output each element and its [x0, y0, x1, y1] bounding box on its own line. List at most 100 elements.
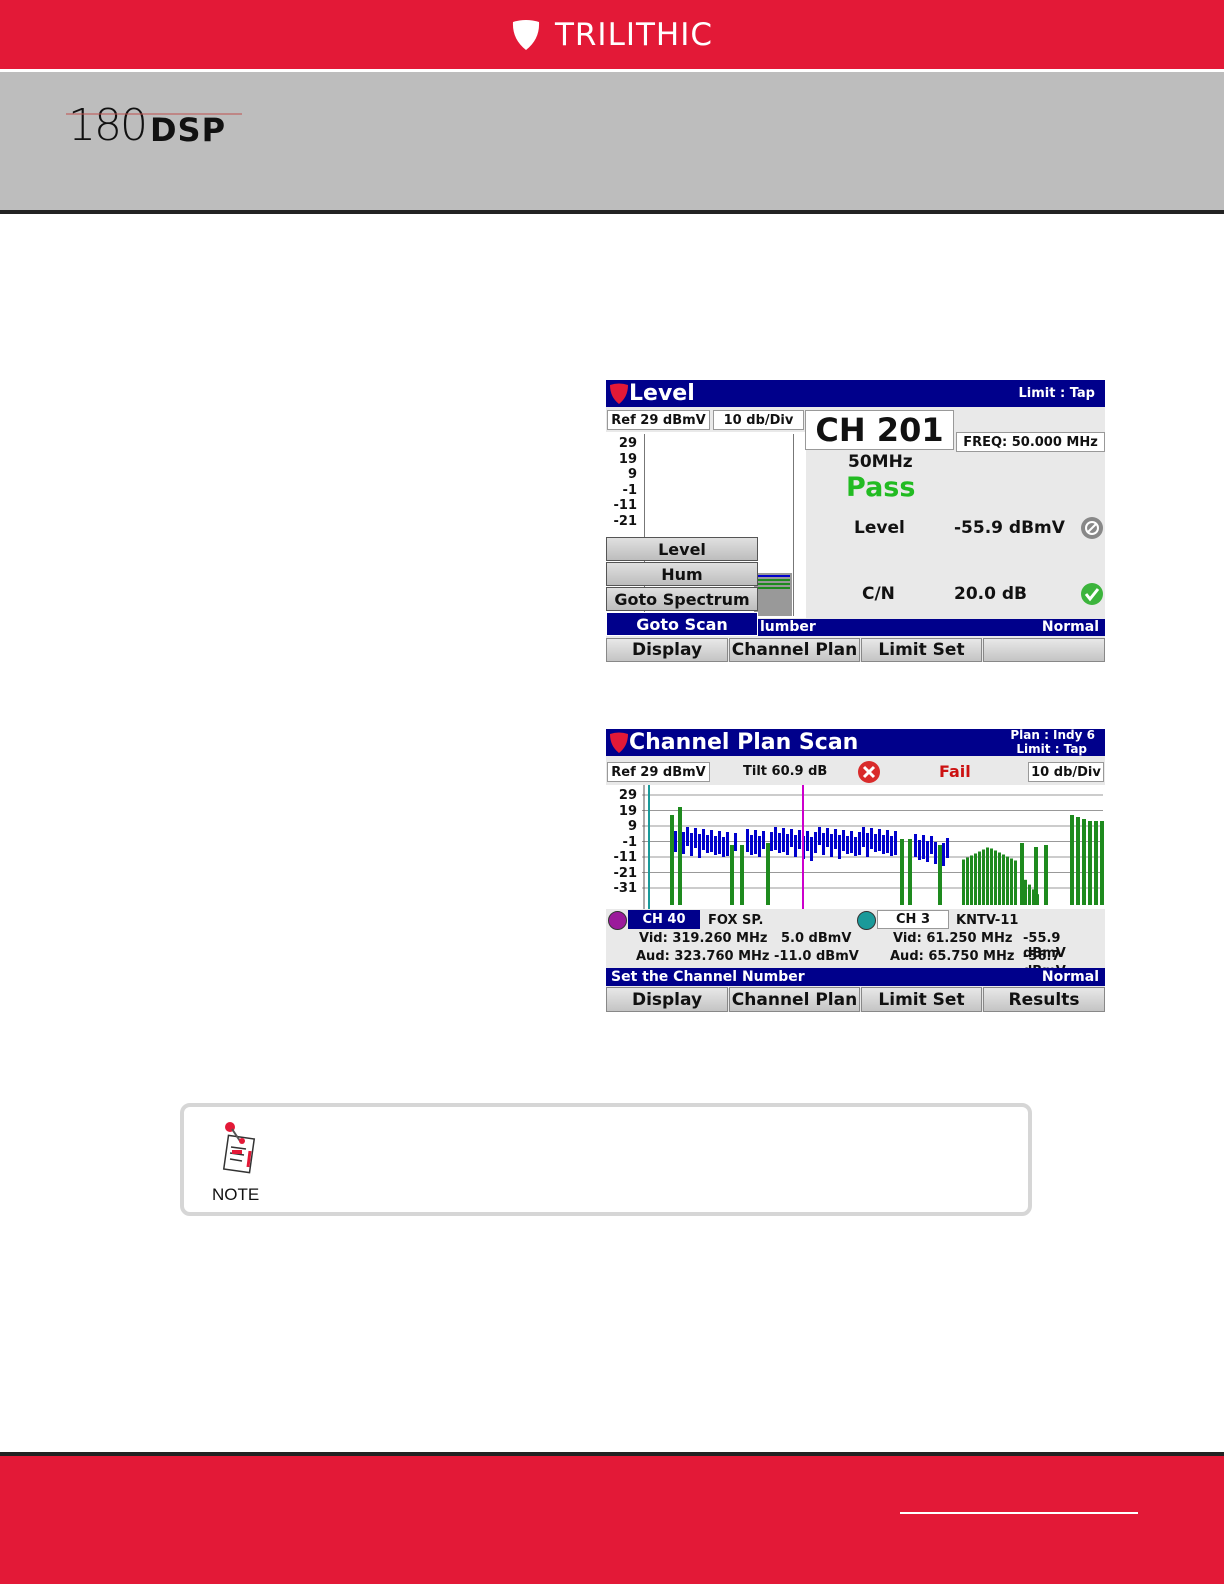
measure-value-level: -55.9 dBmV: [954, 518, 1065, 538]
analog-bar: [1094, 821, 1098, 905]
freq-field[interactable]: FREQ: 50.000 MHz: [956, 432, 1105, 452]
analog-bar: [990, 848, 993, 905]
video-bar: [734, 833, 737, 851]
video-bar: [674, 831, 677, 852]
level-screen: Level Limit : Tap Ref 29 dBmV 10 db/Div …: [606, 380, 1105, 662]
analog-bar: [900, 839, 904, 905]
analog-bar: [1002, 854, 1005, 905]
video-bar: [806, 831, 809, 851]
video-bar: [746, 829, 749, 852]
analog-bar: [966, 857, 969, 905]
y-tick: 19: [618, 452, 637, 467]
video-bar: [758, 836, 761, 857]
marker2-name: KNTV-11: [956, 913, 1019, 928]
marker1-channel[interactable]: CH 40: [628, 910, 700, 929]
analog-bar: [1028, 884, 1031, 905]
y-tick: 9: [627, 467, 637, 482]
status-hint: lumber: [760, 619, 816, 635]
analog-bar: [678, 807, 682, 905]
analog-bar: [994, 850, 997, 905]
video-bar: [826, 828, 829, 847]
video-bar: [710, 830, 713, 852]
analog-bar: [970, 855, 973, 905]
softkey-limit-set[interactable]: Limit Set: [861, 638, 982, 662]
video-bar: [942, 843, 945, 866]
status-mode: Normal: [1041, 969, 1099, 985]
analog-bar: [1100, 821, 1104, 905]
scan-scale-field[interactable]: 10 db/Div: [1028, 762, 1104, 782]
analog-bar: [670, 815, 674, 905]
analog-bar: [1088, 821, 1092, 905]
channel-field[interactable]: CH 201: [805, 410, 954, 450]
analog-bar: [1020, 875, 1023, 905]
video-bar: [922, 835, 925, 859]
scan-bars: [642, 785, 1104, 909]
video-bar: [862, 827, 865, 847]
softkey-display[interactable]: Display: [606, 987, 728, 1012]
analog-bar: [1032, 889, 1035, 905]
measure-value-cn: 20.0 dB: [954, 584, 1027, 604]
video-bar: [786, 834, 789, 855]
analog-bar: [730, 845, 734, 905]
video-bar: [694, 828, 697, 848]
video-bar: [946, 838, 949, 858]
scan-graph: 29 19 9 -1 -11 -21 -31: [606, 785, 1105, 909]
scale-field[interactable]: 10 db/Div: [713, 410, 804, 430]
analog-bar: [1014, 860, 1017, 905]
bottom-banner: [0, 1456, 1224, 1584]
ref-level-field[interactable]: Ref 29 dBmV: [607, 410, 710, 430]
product-suffix: DSP: [149, 111, 227, 149]
note-box: NOTE: [180, 1103, 1032, 1216]
scan-ref-field[interactable]: Ref 29 dBmV: [607, 762, 710, 782]
y-tick: -21: [613, 514, 638, 529]
video-bar: [830, 834, 833, 857]
analog-bar: [998, 852, 1001, 905]
analog-bar: [982, 849, 985, 905]
menu-hum[interactable]: Hum: [606, 562, 758, 586]
y-tick: -31: [613, 881, 638, 896]
analog-bar: [1044, 845, 1048, 905]
menu-goto-spectrum[interactable]: Goto Spectrum: [606, 587, 758, 611]
analog-bar: [1024, 879, 1027, 905]
y-tick: 29: [618, 436, 637, 451]
video-bar: [930, 836, 933, 854]
softkey-display[interactable]: Display: [606, 638, 728, 662]
softkey-results[interactable]: Results: [983, 987, 1105, 1012]
level-limit: Limit : Tap: [1018, 386, 1095, 401]
video-bar: [698, 834, 701, 858]
scan-status-bar: Set the Channel Number Normal: [606, 968, 1105, 986]
brand-name: TRILITHIC: [554, 16, 714, 53]
video-bar: [894, 831, 897, 855]
video-bar: [874, 834, 877, 852]
check-icon: [1081, 583, 1103, 605]
marker1-dot[interactable]: [608, 911, 627, 930]
analog-bar: [1070, 815, 1074, 905]
video-bar: [814, 832, 817, 853]
video-bar: [718, 831, 721, 854]
softkey-limit-set[interactable]: Limit Set: [861, 987, 982, 1012]
video-bar: [726, 832, 729, 856]
scan-title: Channel Plan Scan: [629, 730, 859, 755]
y-tick: -1: [622, 483, 637, 498]
softkey-empty[interactable]: [983, 638, 1105, 662]
softkey-channel-plan[interactable]: Channel Plan: [729, 987, 860, 1012]
analog-bar: [974, 853, 977, 905]
analog-bar: [1076, 817, 1080, 905]
menu-level[interactable]: Level: [606, 537, 758, 561]
analog-bar: [1006, 856, 1009, 905]
shield-icon: [610, 732, 628, 753]
analog-bar: [938, 845, 942, 905]
level-bar-lines: [756, 575, 790, 589]
softkey-channel-plan[interactable]: Channel Plan: [729, 638, 860, 662]
video-bar: [722, 837, 725, 857]
analog-bar: [908, 839, 912, 905]
video-bar: [782, 828, 785, 852]
video-bar: [686, 827, 689, 846]
marker2-channel[interactable]: CH 3: [877, 910, 949, 929]
fail-icon: [858, 761, 880, 783]
video-bar: [810, 837, 813, 861]
menu-goto-scan[interactable]: Goto Scan: [606, 612, 758, 636]
marker2-dot[interactable]: [857, 911, 876, 930]
video-bar: [854, 837, 857, 856]
measure-label-level: Level: [854, 518, 905, 538]
